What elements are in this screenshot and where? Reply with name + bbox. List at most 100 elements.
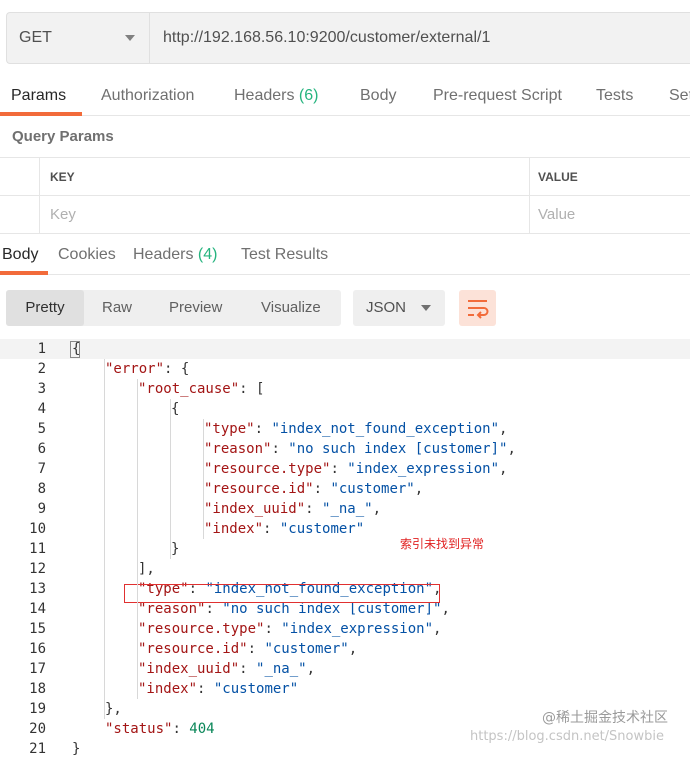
method-label: GET [19,29,52,46]
active-tab-indicator [0,112,82,116]
code-text: "index_uuid": "_na_", [138,659,315,679]
code-text: "resource.type": "index_expression", [204,459,507,479]
chevron-down-icon [421,305,431,311]
code-text: "resource.id": "customer", [138,639,357,659]
table-row: Key Value [0,196,690,234]
json-key: "resource.id" [138,641,248,657]
code-text: "index": "customer" [138,679,298,699]
indent-guide [104,359,105,719]
json-string: "customer" [279,521,365,537]
json-key: "index_uuid" [204,501,306,517]
json-punct: : [205,601,223,617]
response-toolbar: Pretty Raw Preview Visualize JSON [0,275,690,339]
json-string: "customer" [213,681,299,697]
json-key: "error" [105,361,165,377]
tab-response-headers[interactable]: Headers (4) [133,235,217,275]
json-punct: }, [105,701,122,717]
json-string: "_na_" [322,501,373,517]
preview-button[interactable]: Preview [169,290,222,326]
line-number: 6 [37,441,46,457]
tab-pre-request-script[interactable]: Pre-request Script [433,76,562,116]
json-key: "type" [204,421,255,437]
json-punct: , [441,601,450,617]
json-string: "customer" [330,481,415,497]
url-input[interactable]: http://192.168.56.10:9200/customer/exter… [149,12,690,64]
value-input[interactable]: Value [530,196,690,234]
json-key: "reason" [138,601,206,617]
line-number: 4 [37,401,46,417]
line-number: 8 [37,481,46,497]
key-input[interactable]: Key [40,196,530,234]
tab-settings[interactable]: Set [669,76,690,116]
tab-tests[interactable]: Tests [596,76,633,116]
json-punct: , [499,461,508,477]
json-string: "no such index [customer]" [288,441,508,457]
raw-button[interactable]: Raw [102,290,132,326]
format-select[interactable]: JSON [353,290,445,326]
select-all-cell [0,158,40,196]
pretty-button[interactable]: Pretty [6,290,84,326]
json-punct: , [414,481,424,497]
response-headers-count: (4) [197,246,218,263]
json-punct: : [239,661,257,677]
json-punct: : [313,481,331,497]
line-number: 9 [37,501,46,517]
tab-cookies[interactable]: Cookies [58,235,116,275]
code-text: } [171,539,179,559]
visualize-button[interactable]: Visualize [261,290,321,326]
line-number: 18 [29,681,46,697]
key-column-header: KEY [40,158,530,196]
json-string: "no such index [customer]" [222,601,442,617]
json-key: "index" [138,681,198,697]
code-line: 1{ [0,339,690,359]
json-punct: ], [138,561,155,577]
annotation-label: 索引未找到异常 [400,537,485,551]
chevron-down-icon [125,35,135,41]
line-number: 3 [37,381,46,397]
response-body-editor[interactable]: 21} 20 "status": 404 19}, 18 "index": "custom… [0,339,690,767]
json-punct: } [72,741,81,757]
code-text: "type": "index_not_found_exception", [204,419,507,439]
code-text: "resource.type": "index_expression", [138,619,441,639]
tab-params[interactable]: Params [11,76,66,116]
json-punct: { [171,401,180,417]
wrap-lines-icon [468,300,489,319]
query-params-title: Query Params [12,128,114,145]
tab-test-results[interactable]: Test Results [241,235,328,275]
code-text: "reason": "no such index [customer]", [204,439,516,459]
json-punct: , [372,501,382,517]
method-select[interactable]: GET [6,12,149,64]
table-header-row: KEY VALUE [0,158,690,196]
json-punct: : [271,441,289,457]
line-number: 21 [29,741,46,757]
line-number: 1 [37,341,46,357]
row-check-cell [0,196,40,234]
tab-authorization[interactable]: Authorization [101,76,194,116]
line-number: 2 [37,361,46,377]
tab-headers[interactable]: Headers (6) [234,76,318,116]
watermark-logo: @稀土掘金技术社区 [542,710,668,726]
watermark-url: https://blog.csdn.net/Snowbie [470,729,664,744]
bracket-match-box [70,341,80,358]
json-string: "index_not_found_exception" [271,421,500,437]
json-key: "root_cause" [138,381,240,397]
json-punct: } [171,541,180,557]
json-punct: : { [164,361,190,377]
json-punct: : [247,641,265,657]
code-text: "status": 404 [105,719,215,739]
json-punct: : [197,681,214,697]
json-punct: , [499,421,508,437]
tab-body[interactable]: Body [360,76,396,116]
json-string: "index_expression" [347,461,500,477]
line-number: 11 [29,541,46,557]
json-punct: , [507,441,516,457]
wrap-lines-button[interactable] [459,290,496,326]
highlight-box [124,584,440,603]
code-text: "index_uuid": "_na_", [204,499,381,519]
tab-response-body[interactable]: Body [2,235,38,275]
value-column-header: VALUE [538,170,578,184]
headers-count: (6) [298,87,319,104]
json-punct: : [254,421,272,437]
watermark: @稀土掘金技术社区 https://blog.csdn.net/Snowbie [470,710,668,744]
code-text: }, [105,699,122,719]
